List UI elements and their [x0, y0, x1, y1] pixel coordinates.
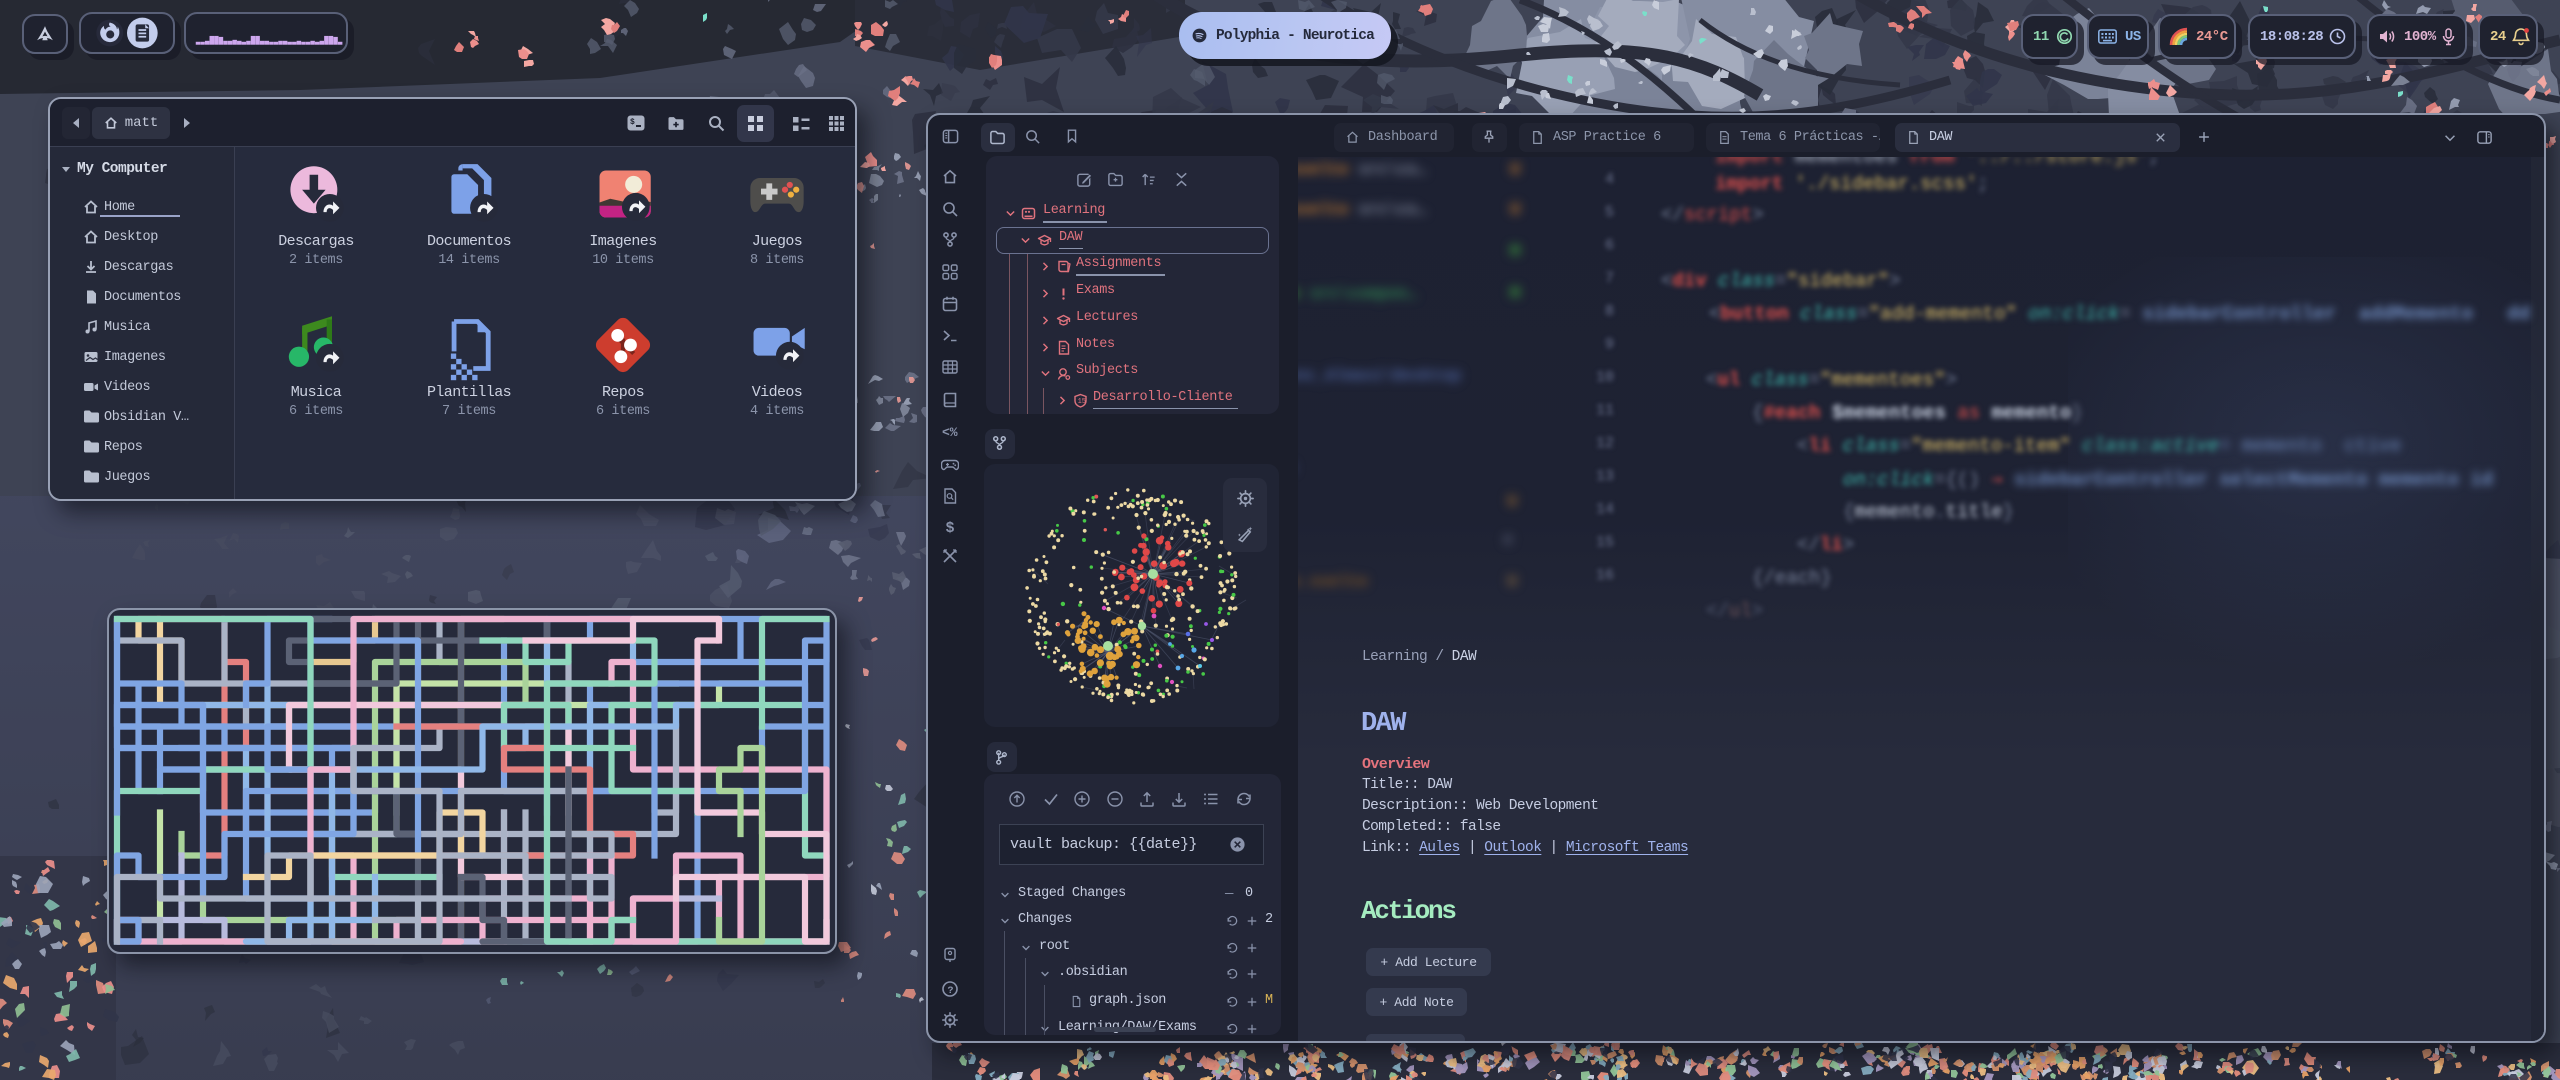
svg-text:$: $	[946, 520, 955, 536]
svg-text:15: 15	[1078, 398, 1086, 406]
svg-text:?: ?	[948, 986, 954, 997]
svg-text:<%: <%	[942, 425, 958, 440]
svg-text:$: $	[630, 118, 635, 127]
